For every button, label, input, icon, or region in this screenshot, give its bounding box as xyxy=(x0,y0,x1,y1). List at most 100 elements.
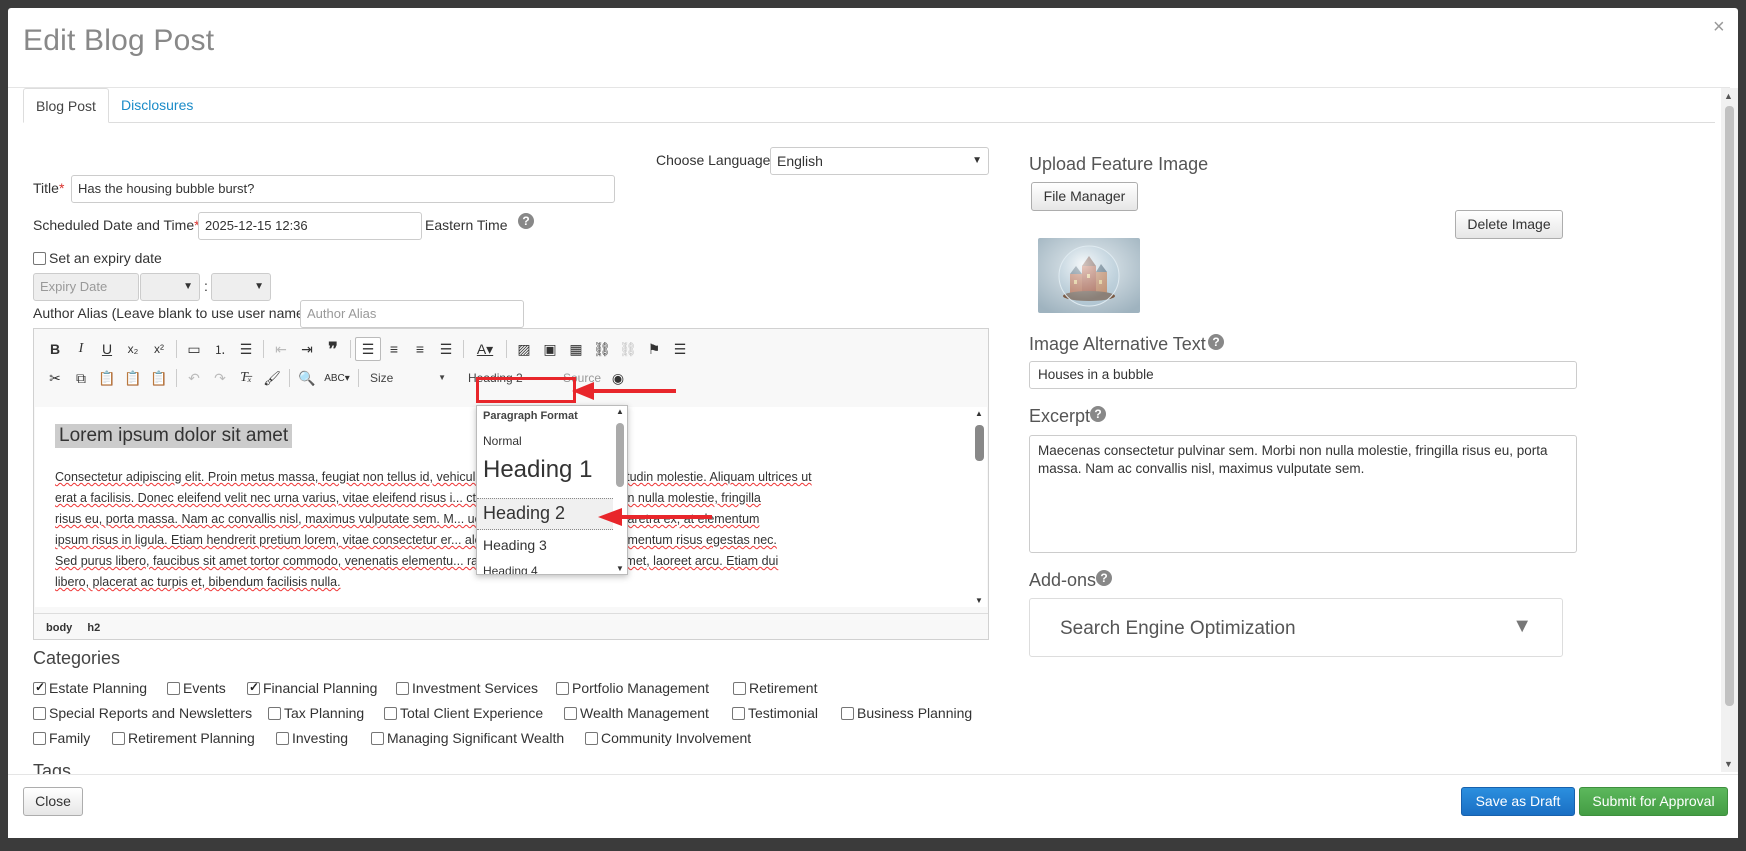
modal-scrollbar-thumb[interactable] xyxy=(1725,106,1734,706)
scheduled-input[interactable]: 2025-12-15 12:36 xyxy=(198,212,422,240)
category-checkbox[interactable]: Retirement xyxy=(733,680,817,696)
category-check[interactable] xyxy=(732,707,745,720)
chevron-down-icon[interactable]: ▼ xyxy=(1512,615,1532,638)
help-icon[interactable]: ? xyxy=(1208,334,1224,350)
dropdown-scrollbar-thumb[interactable] xyxy=(616,423,624,487)
scroll-down-icon[interactable]: ▼ xyxy=(1724,759,1733,769)
category-check[interactable] xyxy=(384,707,397,720)
help-icon[interactable]: ? xyxy=(1096,570,1112,586)
bulleted-list-icon[interactable]: ☰ xyxy=(233,337,259,361)
language-select[interactable]: English ▼ xyxy=(770,147,989,175)
align-left-icon[interactable]: ☰ xyxy=(355,337,381,361)
indent-icon[interactable]: ⇥ xyxy=(294,337,320,361)
category-check[interactable] xyxy=(371,732,384,745)
format-option-heading-1[interactable]: Heading 1 xyxy=(477,456,613,484)
scroll-up-icon[interactable]: ▲ xyxy=(616,407,624,416)
expiry-checkbox-row[interactable]: Set an expiry date xyxy=(33,250,162,266)
submit-approval-button[interactable]: Submit for Approval xyxy=(1579,787,1728,816)
copy-icon[interactable]: ⧉ xyxy=(68,366,94,390)
path-body[interactable]: body xyxy=(46,622,72,634)
find-icon[interactable]: 🔍 xyxy=(294,366,320,390)
paste-word-icon[interactable]: 📋 xyxy=(146,366,172,390)
category-checkbox[interactable]: Tax Planning xyxy=(268,705,364,721)
category-checkbox[interactable]: Wealth Management xyxy=(564,705,709,721)
superscript-button[interactable]: x² xyxy=(146,337,172,361)
category-check[interactable] xyxy=(276,732,289,745)
category-checkbox[interactable]: Special Reports and Newsletters xyxy=(33,705,252,721)
scroll-down-icon[interactable]: ▼ xyxy=(616,564,624,573)
text-color-icon[interactable]: A▾ xyxy=(468,337,502,361)
tab-blog-post[interactable]: Blog Post xyxy=(23,88,109,123)
save-draft-button[interactable]: Save as Draft xyxy=(1461,787,1575,816)
align-right-icon[interactable]: ≡ xyxy=(407,337,433,361)
table-icon[interactable]: ▦ xyxy=(563,337,589,361)
category-checkbox[interactable]: Portfolio Management xyxy=(556,680,709,696)
editor-scrollbar-thumb[interactable] xyxy=(975,425,984,461)
format-painter-icon[interactable]: 🖌 xyxy=(259,366,285,390)
category-checkbox[interactable]: Business Planning xyxy=(841,705,972,721)
format-option-heading-2[interactable]: Heading 2 xyxy=(477,498,613,530)
file-manager-button[interactable]: File Manager xyxy=(1031,182,1138,211)
delete-image-button[interactable]: Delete Image xyxy=(1455,210,1563,239)
format-option-heading-4[interactable]: Heading 4 xyxy=(477,564,613,574)
category-checkbox[interactable]: Managing Significant Wealth xyxy=(371,730,564,746)
category-check[interactable] xyxy=(585,732,598,745)
category-checkbox[interactable]: Community Involvement xyxy=(585,730,751,746)
dropdown-scrollbar[interactable]: ▲ ▼ xyxy=(613,406,627,574)
category-checkbox[interactable]: Events xyxy=(167,680,226,696)
category-checkbox[interactable]: Investing xyxy=(276,730,348,746)
category-checkbox[interactable]: Testimonial xyxy=(732,705,818,721)
link-icon[interactable]: ⛓ xyxy=(589,337,615,361)
italic-button[interactable]: I xyxy=(68,337,94,361)
format-option-heading-3[interactable]: Heading 3 xyxy=(477,537,613,553)
category-check[interactable] xyxy=(33,732,46,745)
image-icon[interactable]: ▨ xyxy=(511,337,537,361)
bold-button[interactable]: B xyxy=(42,337,68,361)
scroll-up-icon[interactable]: ▲ xyxy=(975,409,983,418)
category-check[interactable] xyxy=(841,707,854,720)
seo-accordion[interactable]: Search Engine Optimization ▼ xyxy=(1029,598,1563,657)
category-check[interactable] xyxy=(33,707,46,720)
paste-text-icon[interactable]: 📋 xyxy=(120,366,146,390)
category-check[interactable] xyxy=(564,707,577,720)
scroll-down-icon[interactable]: ▼ xyxy=(975,596,983,605)
underline-button[interactable]: U xyxy=(94,337,120,361)
paste-icon[interactable]: 📋 xyxy=(94,366,120,390)
category-check[interactable] xyxy=(112,732,125,745)
format-option-normal[interactable]: Normal xyxy=(477,434,613,448)
editor-scrollbar[interactable]: ▲ ▼ xyxy=(972,407,987,607)
help-icon[interactable]: ? xyxy=(518,213,534,229)
scroll-up-icon[interactable]: ▲ xyxy=(1724,91,1733,101)
category-check[interactable] xyxy=(733,682,746,695)
path-h2[interactable]: h2 xyxy=(87,622,100,634)
close-icon[interactable]: × xyxy=(1713,16,1725,39)
category-checkbox[interactable]: Family xyxy=(33,730,90,746)
category-check[interactable] xyxy=(247,680,260,695)
excerpt-textarea[interactable]: Maecenas consectetur pulvinar sem. Morbi… xyxy=(1029,435,1577,553)
tab-disclosures[interactable]: Disclosures xyxy=(109,88,205,123)
category-checkbox[interactable]: Investment Services xyxy=(396,680,538,696)
title-input[interactable]: Has the housing bubble burst? xyxy=(71,175,615,203)
category-checkbox[interactable]: Financial Planning xyxy=(247,680,377,696)
numbered-list-icon[interactable]: ⒈ xyxy=(207,337,233,361)
font-size-select[interactable]: Size ▼ xyxy=(363,366,451,390)
expiry-checkbox[interactable] xyxy=(33,252,46,265)
spellcheck-icon[interactable]: ABC▾ xyxy=(320,366,354,390)
modal-scrollbar[interactable]: ▲ ▼ xyxy=(1721,88,1738,772)
category-check[interactable] xyxy=(33,680,46,695)
category-check[interactable] xyxy=(268,707,281,720)
alt-text-input[interactable]: Houses in a bubble xyxy=(1029,361,1577,389)
horizontal-rule-icon[interactable]: ☰ xyxy=(667,337,693,361)
author-alias-input[interactable]: Author Alias xyxy=(300,300,524,328)
category-check[interactable] xyxy=(556,682,569,695)
close-button[interactable]: Close xyxy=(23,787,83,816)
clear-format-icon[interactable]: T̶ₓ xyxy=(233,366,259,390)
subscript-button[interactable]: x₂ xyxy=(120,337,146,361)
category-checkbox[interactable]: Estate Planning xyxy=(33,680,147,696)
category-check[interactable] xyxy=(167,682,180,695)
category-checkbox[interactable]: Total Client Experience xyxy=(384,705,543,721)
anchor-flag-icon[interactable]: ⚑ xyxy=(641,337,667,361)
help-icon[interactable]: ? xyxy=(1090,406,1106,422)
align-center-icon[interactable]: ≡ xyxy=(381,337,407,361)
align-justify-icon[interactable]: ☰ xyxy=(433,337,459,361)
